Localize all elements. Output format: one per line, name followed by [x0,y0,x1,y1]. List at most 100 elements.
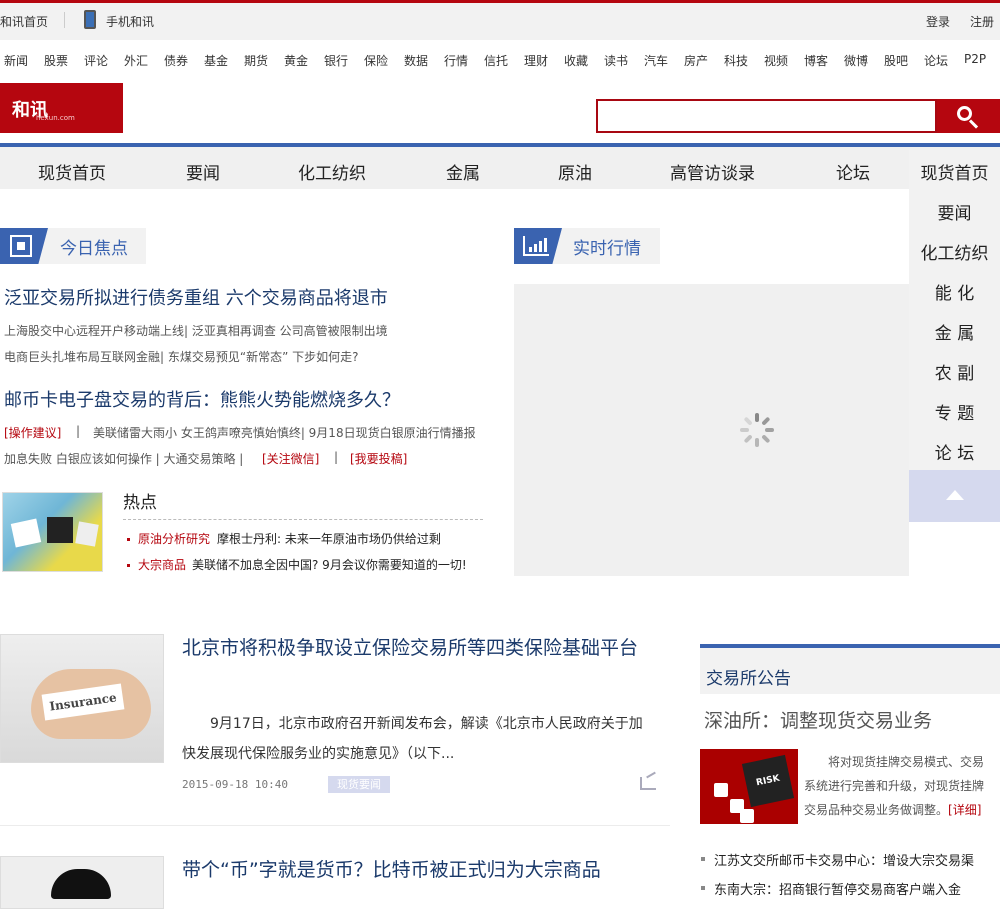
search-input[interactable] [596,99,937,133]
announcement-summary: 将对现货挂牌交易模式、交易系统进行完善和升级，对现货挂牌交易品种交易业务做调整。… [804,750,994,822]
nav-executive-interviews[interactable]: 高管访谈录 [670,159,755,184]
separator-bar: | [76,424,81,438]
announcement-headline[interactable]: 深油所：调整现货交易业务 [704,706,932,733]
channel-link[interactable]: 新闻 [4,52,28,69]
quotes-badge [514,228,562,264]
channel-link[interactable]: 理财 [524,52,548,69]
article-thumbnail[interactable] [0,856,164,909]
channel-link[interactable]: 期货 [244,52,268,69]
detail-link[interactable]: [详细] [948,803,981,817]
nav-metals[interactable]: 金属 [446,159,480,184]
channel-link[interactable]: 视频 [764,52,788,69]
register-link[interactable]: 注册 [970,13,994,30]
bullet-icon [701,857,705,861]
hot-title: 热点 [123,493,157,513]
channel-link[interactable]: 黄金 [284,52,308,69]
article-summary: 9月17日，北京市政府召开新闻发布会，解读《北京市人民政府关于加快发展现代保险服… [182,716,643,762]
ops-advice-tag[interactable]: [操作建议] [4,424,61,441]
channel-link[interactable]: 数据 [404,52,428,69]
channel-link[interactable]: 保险 [364,52,388,69]
float-menu-item[interactable]: 农 副 [909,359,1000,384]
search-button[interactable] [937,99,1000,133]
login-link[interactable]: 登录 [926,13,950,30]
nav-chemical-textile[interactable]: 化工纺织 [298,159,366,184]
article-thumbnail[interactable]: Insurance [0,634,164,763]
article-category-tag[interactable]: 现货要闻 [328,776,390,793]
realtime-quotes-header: 实时行情 [514,228,660,264]
channel-link[interactable]: 银行 [324,52,348,69]
channel-link[interactable]: P2P [964,52,986,66]
logo-subtext: hexun.com [36,114,75,122]
channel-link[interactable]: 收藏 [564,52,588,69]
bullet-icon [701,886,705,890]
announcements-header: 交易所公告 [700,644,1000,694]
channel-link[interactable]: 外汇 [124,52,148,69]
channel-link[interactable]: 博客 [804,52,828,69]
floating-side-menu: 现货首页 要闻 化工纺织 能 化 金 属 农 副 专 题 论 坛 [909,150,1000,522]
mobile-hexun-link[interactable]: 手机和讯 [106,13,154,30]
channel-link[interactable]: 债券 [164,52,188,69]
hexun-home-link[interactable]: 和讯首页 [0,13,48,30]
bullet-icon [127,538,130,541]
article-title[interactable]: 带个“币”字就是货币？比特币被正式归为大宗商品 [182,855,652,885]
channel-link[interactable]: 基金 [204,52,228,69]
announcement-thumbnail[interactable]: RISK [700,749,798,824]
channel-nav: 新闻 股票 评论 外汇 债券 基金 期货 黄金 银行 保险 数据 行情 信托 理… [0,50,1000,72]
channel-link[interactable]: 微博 [844,52,868,69]
float-menu-item[interactable]: 论 坛 [909,439,1000,464]
realtime-quotes-panel [514,284,909,576]
channel-link[interactable]: 行情 [444,52,468,69]
article-divider [0,825,670,826]
hot-thumbnail[interactable] [2,492,103,572]
channel-link[interactable]: 科技 [724,52,748,69]
arrow-up-icon [946,490,964,500]
focus-links-row[interactable]: 美联储雷大雨小 女王鸽声嘹亮慎始慎终| 9月18日现货白银原油行情播报 [93,424,476,441]
channel-link[interactable]: 论坛 [924,52,948,69]
risk-sign-text: RISK [741,754,795,808]
loading-spinner-icon [740,413,774,447]
float-menu-item[interactable]: 化工纺织 [909,239,1000,264]
float-menu-item[interactable]: 要闻 [909,199,1000,224]
channel-link[interactable]: 读书 [604,52,628,69]
section-title: 交易所公告 [706,669,791,689]
search-icon [957,106,972,121]
channel-link[interactable]: 汽车 [644,52,668,69]
channel-link[interactable]: 房产 [684,52,708,69]
channel-link[interactable]: 评论 [84,52,108,69]
article-title[interactable]: 北京市将积极争取设立保险交易所等四类保险基础平台 [182,633,652,663]
channel-link[interactable]: 股吧 [884,52,908,69]
nav-spot-home[interactable]: 现货首页 [38,159,106,184]
nav-forum[interactable]: 论坛 [836,159,870,184]
focus-icon [10,235,32,257]
hot-item-tag[interactable]: 原油分析研究 [138,530,210,547]
float-menu-item[interactable]: 现货首页 [909,159,1000,184]
nav-crude-oil[interactable]: 原油 [558,159,592,184]
focus-links-row[interactable]: 加息失败 白银应该如何操作 | 大通交易策略 | [4,450,243,467]
announcement-item[interactable]: 东南大宗：招商银行暂停交易商客户端入金 [714,879,961,898]
float-menu-item[interactable]: 能 化 [909,279,1000,304]
channel-link[interactable]: 股票 [44,52,68,69]
focus-headline[interactable]: 邮币卡电子盘交易的背后：熊熊火势能燃烧多久？ [4,386,400,412]
dashed-divider [123,519,483,520]
channel-link[interactable]: 信托 [484,52,508,69]
submit-article-link[interactable]: [我要投稿] [350,450,407,467]
article-timestamp: 2015-09-18 10:40 [182,778,288,791]
float-menu-item[interactable]: 专 题 [909,399,1000,424]
chart-icon [523,236,549,256]
focus-links-row[interactable]: 电商巨头扎堆布局互联网金融| 东煤交易预见“新常态” 下步如何走? [4,348,358,365]
focus-links-row[interactable]: 上海股交中心远程开户移动端上线| 泛亚真相再调查 公司高管被限制出境 [4,322,388,339]
topbar-divider [64,12,65,28]
main-nav: 现货首页 要闻 化工纺织 金属 原油 高管访谈录 论坛 [0,143,1000,189]
hot-item-text[interactable]: 摩根士丹利: 未来一年原油市场仍供给过剩 [217,530,441,547]
follow-wechat-link[interactable]: [关注微信] [262,450,319,467]
announcement-item[interactable]: 江苏文交所邮币卡交易中心：增设大宗交易渠 [714,850,974,869]
hot-item-text[interactable]: 美联储不加息全因中国? 9月会议你需要知道的一切! [192,556,467,573]
float-menu-item[interactable]: 金 属 [909,319,1000,344]
hexun-logo[interactable]: 和讯 hexun.com [0,83,123,133]
share-icon[interactable] [640,777,656,790]
hot-item-tag[interactable]: 大宗商品 [138,556,186,573]
section-title: 实时行情 [573,239,641,259]
focus-headline[interactable]: 泛亚交易所拟进行债务重组 六个交易商品将退市 [4,284,388,310]
back-to-top-button[interactable] [909,470,1000,522]
nav-news[interactable]: 要闻 [186,159,220,184]
